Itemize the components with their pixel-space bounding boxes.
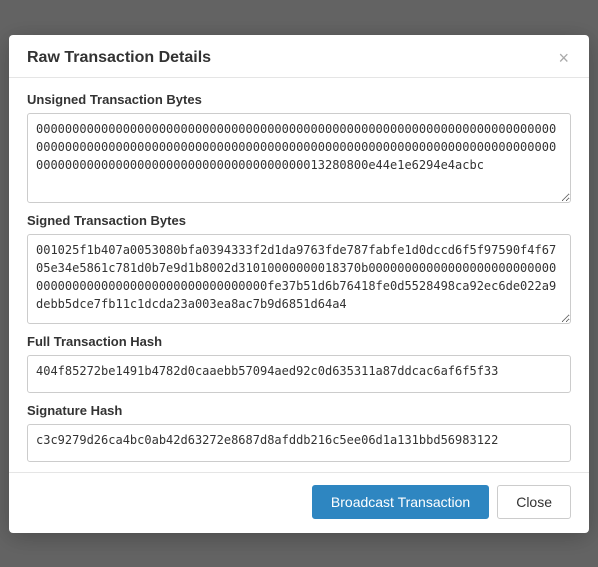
full-hash-box[interactable]: 404f85272be1491b4782d0caaebb57094aed92c0… — [27, 355, 571, 393]
unsigned-bytes-value: 0000000000000000000000000000000000000000… — [36, 122, 556, 172]
signed-bytes-box[interactable]: 001025f1b407a0053080bfa0394333f2d1da9763… — [27, 234, 571, 324]
broadcast-transaction-button[interactable]: Broadcast Transaction — [312, 485, 489, 519]
modal-body: Unsigned Transaction Bytes 0000000000000… — [9, 78, 589, 472]
modal-title: Raw Transaction Details — [27, 49, 211, 67]
modal-dialog: Raw Transaction Details × Unsigned Trans… — [9, 35, 589, 533]
modal-close-button[interactable]: × — [556, 49, 571, 67]
signed-bytes-label: Signed Transaction Bytes — [27, 213, 571, 228]
sig-hash-value: c3c9279d26ca4bc0ab42d63272e8687d8afddb21… — [36, 433, 498, 447]
full-hash-value: 404f85272be1491b4782d0caaebb57094aed92c0… — [36, 364, 498, 378]
sig-hash-label: Signature Hash — [27, 403, 571, 418]
unsigned-bytes-box[interactable]: 0000000000000000000000000000000000000000… — [27, 113, 571, 203]
close-button[interactable]: Close — [497, 485, 571, 519]
full-hash-label: Full Transaction Hash — [27, 334, 571, 349]
modal-header: Raw Transaction Details × — [9, 35, 589, 78]
unsigned-bytes-label: Unsigned Transaction Bytes — [27, 92, 571, 107]
modal-overlay: Raw Transaction Details × Unsigned Trans… — [0, 0, 598, 567]
sig-hash-box[interactable]: c3c9279d26ca4bc0ab42d63272e8687d8afddb21… — [27, 424, 571, 462]
modal-footer: Broadcast Transaction Close — [9, 472, 589, 533]
signed-bytes-value: 001025f1b407a0053080bfa0394333f2d1da9763… — [36, 243, 556, 311]
